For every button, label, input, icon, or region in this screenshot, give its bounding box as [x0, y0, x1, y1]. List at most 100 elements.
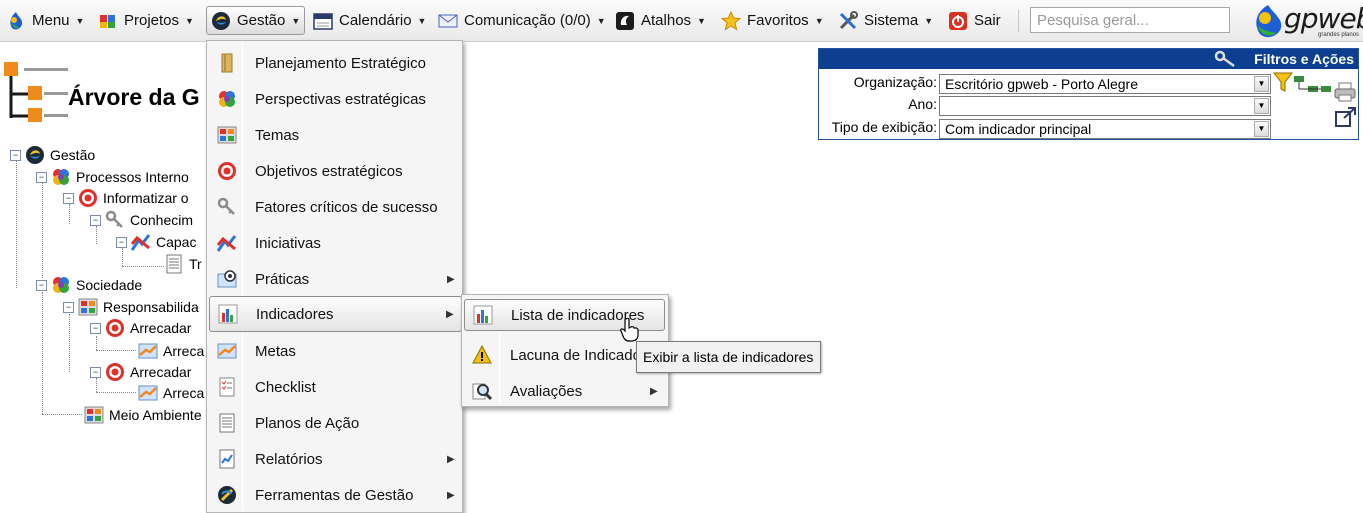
org-chart-icon[interactable] [1293, 75, 1333, 93]
filters-panel: Filtros e Ações Organização: Escritório … [818, 48, 1359, 140]
goal-icon [138, 343, 158, 359]
report-icon [219, 449, 235, 469]
display-type-label: Tipo de exibição: [831, 119, 937, 135]
tree-connector [96, 336, 97, 350]
menu-item-label: Planos de Ação [255, 414, 360, 432]
tree-node[interactable]: − Arrecadar [90, 362, 191, 382]
magnifier-icon [472, 383, 492, 401]
initiative-icon [217, 235, 237, 252]
gpweb-logo-icon [1256, 5, 1282, 38]
projetos-button[interactable]: Projetos ▼ [98, 6, 194, 35]
tree-node[interactable]: − Conhecim [90, 210, 193, 230]
tree-node-label: Conhecim [130, 212, 194, 228]
checklist-icon [219, 377, 235, 397]
chevron-down-icon: ▼ [417, 15, 427, 26]
tree-node[interactable]: − Responsabilida [63, 297, 199, 317]
menu-item-lacuna[interactable]: Lacuna de Indicado [464, 338, 664, 372]
menu-item-relatorios[interactable]: Relatórios ▶ [209, 442, 461, 476]
tree-node-label: Sociedade [76, 277, 143, 293]
chevron-right-icon: ▶ [447, 489, 455, 501]
comunicacao-label: Comunicação (0/0) [464, 12, 591, 29]
collapse-toggle[interactable]: − [36, 171, 47, 183]
menu-item-temas[interactable]: Temas [209, 118, 461, 152]
menu-item-planos-acao[interactable]: Planos de Ação [209, 406, 461, 440]
calendario-button[interactable]: Calendário ▼ [313, 6, 426, 35]
collapse-toggle[interactable]: − [116, 236, 127, 248]
menu-item-ferramentas[interactable]: Ferramentas de Gestão ▶ [209, 478, 461, 512]
tree-node[interactable]: Meio Ambiente [84, 405, 202, 425]
tree-node-label: Processos Interno [76, 169, 189, 185]
puzzle-icon [100, 14, 115, 28]
tree-node[interactable]: Tr [164, 254, 202, 274]
tree-node[interactable]: − Sociedade [36, 275, 142, 295]
tree-connector [42, 292, 43, 414]
filter-icon[interactable] [1273, 71, 1293, 93]
chevron-down-icon: ▼ [75, 15, 85, 26]
gestao-label: Gestão [237, 12, 286, 29]
indicator-icon [473, 305, 493, 325]
collapse-toggle[interactable]: − [36, 279, 47, 291]
menu-item-label: Metas [255, 342, 296, 360]
favoritos-button[interactable]: Favoritos ▼ [721, 6, 824, 35]
favoritos-label: Favoritos [747, 12, 809, 29]
menu-item-planejamento[interactable]: Planejamento Estratégico [209, 46, 461, 80]
theme-icon [78, 298, 98, 316]
atalhos-button[interactable]: Atalhos ▼ [615, 6, 706, 35]
document-icon [219, 413, 235, 433]
menu-item-avaliacoes[interactable]: Avaliações ▶ [464, 374, 664, 408]
tree-node[interactable]: Arreca [138, 341, 204, 361]
tree-node[interactable]: Arreca [138, 383, 204, 403]
tree-node[interactable]: − Arrecadar [90, 318, 191, 338]
sistema-button[interactable]: Sistema ▼ [838, 6, 933, 35]
tree-node-label: Arrecadar [130, 320, 192, 336]
menu-item-praticas[interactable]: Práticas ▶ [209, 262, 461, 296]
filters-title: Filtros e Ações [1254, 51, 1354, 67]
gpweb-logo-icon [10, 11, 23, 29]
perspective-icon [219, 91, 235, 107]
organization-value: Escritório gpweb - Porto Alegre [945, 76, 1138, 92]
menu-item-metas[interactable]: Metas [209, 334, 461, 368]
menu-item-label: Práticas [255, 270, 310, 288]
menu-item-label: Lacuna de Indicado [510, 346, 641, 364]
tree-node[interactable]: − Capac [116, 232, 196, 252]
target-icon [106, 363, 124, 381]
menu-item-objetivos[interactable]: Objetivos estratégicos [209, 154, 461, 188]
display-type-select[interactable]: Com indicador principal ▼ [939, 119, 1271, 139]
logo-text: gpweb [1284, 2, 1363, 35]
tree-node[interactable]: − Gestão [10, 145, 95, 165]
power-icon [949, 11, 967, 30]
menu-item-fatores[interactable]: Fatores críticos de sucesso [209, 190, 461, 224]
printer-icon[interactable] [1334, 82, 1356, 102]
popout-icon[interactable] [1335, 107, 1357, 127]
menu-item-iniciativas[interactable]: Iniciativas [209, 226, 461, 260]
tree-node-label: Arrecadar [130, 364, 192, 380]
menu-button[interactable]: Menu ▼ [6, 6, 84, 35]
collapse-toggle[interactable]: − [90, 322, 101, 334]
goal-icon [138, 385, 158, 401]
menu-item-label: Perspectivas estratégicas [255, 90, 426, 108]
tree-node-label: Tr [189, 256, 202, 272]
menu-item-checklist[interactable]: Checklist [209, 370, 461, 404]
gpweb-logo: gpweb grandes planos [1248, 2, 1363, 40]
tree-node[interactable]: − Informatizar o [63, 188, 189, 208]
menu-item-perspectivas[interactable]: Perspectivas estratégicas [209, 82, 461, 116]
goal-icon [217, 343, 237, 359]
sair-button[interactable]: Sair [948, 6, 1001, 35]
comunicacao-button[interactable]: Comunicação (0/0) ▼ [438, 6, 606, 35]
theme-icon [84, 406, 104, 424]
organization-select[interactable]: Escritório gpweb - Porto Alegre ▼ [939, 74, 1271, 94]
collapse-toggle[interactable]: − [90, 366, 101, 378]
collapse-toggle[interactable]: − [10, 149, 21, 161]
collapse-toggle[interactable]: − [63, 301, 74, 313]
tree-connector [16, 160, 17, 288]
year-select[interactable]: ▼ [939, 96, 1271, 116]
chevron-right-icon: ▶ [446, 308, 454, 320]
menu-item-indicadores[interactable]: Indicadores ▶ [209, 296, 462, 332]
chevron-down-icon: ▼ [1254, 121, 1269, 137]
tree-node[interactable]: − Processos Interno [36, 167, 189, 187]
collapse-toggle[interactable]: − [90, 214, 101, 226]
search-input[interactable] [1030, 7, 1230, 33]
collapse-toggle[interactable]: − [63, 192, 74, 204]
gestao-button[interactable]: Gestão ▼ [206, 6, 306, 35]
atalhos-label: Atalhos [641, 12, 692, 29]
